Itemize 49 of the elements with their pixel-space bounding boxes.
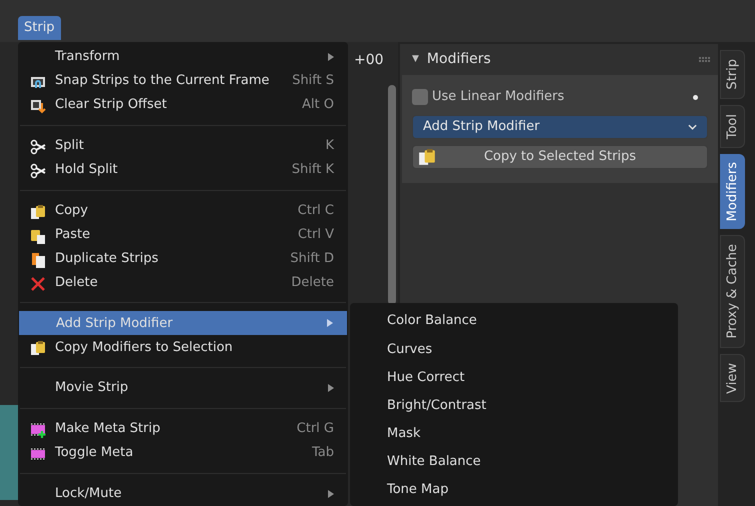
film-icon xyxy=(30,446,46,462)
menu-item[interactable]: Movie Strip xyxy=(18,376,348,400)
clipboard-icon xyxy=(30,228,46,244)
sidebar-tab[interactable]: View xyxy=(720,354,745,402)
menu-item[interactable]: Clear Strip Offset Alt O xyxy=(18,92,348,117)
copy-to-selected-button[interactable]: Copy to Selected Strips xyxy=(412,145,708,169)
menu-item[interactable]: Tone Map xyxy=(350,476,678,504)
clipboard-icon xyxy=(30,204,46,220)
grip-icon[interactable] xyxy=(699,57,710,62)
film-plus-icon xyxy=(30,422,46,438)
strip-menu-button[interactable]: Strip xyxy=(18,16,61,40)
delete-icon xyxy=(30,276,46,292)
sidebar-tab[interactable]: Proxy & Cache xyxy=(720,235,745,348)
clipboard-icon xyxy=(418,148,436,166)
menu-item[interactable]: Hold Split Shift K xyxy=(18,158,348,182)
menu-item[interactable]: Copy Modifiers to Selection xyxy=(18,335,348,360)
scissors-icon xyxy=(30,162,46,179)
menu-item[interactable]: White Balance xyxy=(350,448,678,476)
film-arrow-icon xyxy=(30,98,46,114)
add-modifier-dropdown[interactable]: Add Strip Modifier xyxy=(412,115,708,139)
menu-item[interactable]: Make Meta Strip Ctrl G xyxy=(18,417,348,442)
chevron-down-icon xyxy=(688,124,697,130)
menu-item[interactable]: Curves xyxy=(350,335,678,364)
menu-item[interactable]: Transform xyxy=(18,45,348,69)
checkbox[interactable] xyxy=(412,89,428,105)
sidebar-tab[interactable]: Tool xyxy=(720,104,745,148)
menu-item[interactable]: Bright/Contrast xyxy=(350,392,678,420)
expand-toggle[interactable]: ▼ xyxy=(412,52,419,66)
clipboard-icon xyxy=(30,340,46,356)
menu-item[interactable]: Mask xyxy=(350,420,678,448)
menu-item[interactable]: Toggle Meta Tab xyxy=(18,441,348,466)
panel-title: Modifiers xyxy=(426,50,491,69)
menu-item[interactable]: Split K xyxy=(18,134,348,158)
menu-item[interactable]: Add Strip Modifier xyxy=(19,311,347,336)
scrollbar[interactable] xyxy=(388,85,396,305)
scissors-icon xyxy=(30,138,46,155)
menu-item[interactable]: Color Balance xyxy=(350,307,678,336)
ruler-label: +00 xyxy=(354,51,384,70)
duplicate-icon xyxy=(30,252,46,268)
menu-item[interactable]: Lock/Mute xyxy=(18,482,348,506)
menu-item[interactable]: Hue Correct xyxy=(350,363,678,392)
menu-item[interactable]: Duplicate Strips Shift D xyxy=(18,246,348,270)
menu-item[interactable]: Snap Strips to the Current Frame Shift S xyxy=(18,68,348,93)
menu-item[interactable]: Paste Ctrl V xyxy=(18,222,348,247)
menu-item[interactable]: Delete Delete xyxy=(18,270,348,294)
menu-item[interactable]: Copy Ctrl C xyxy=(18,198,348,223)
checkbox-label: Use Linear Modifiers xyxy=(432,88,564,106)
sidebar-tab[interactable]: Strip xyxy=(720,50,745,99)
sidebar-tab[interactable]: Modifiers xyxy=(720,154,745,230)
